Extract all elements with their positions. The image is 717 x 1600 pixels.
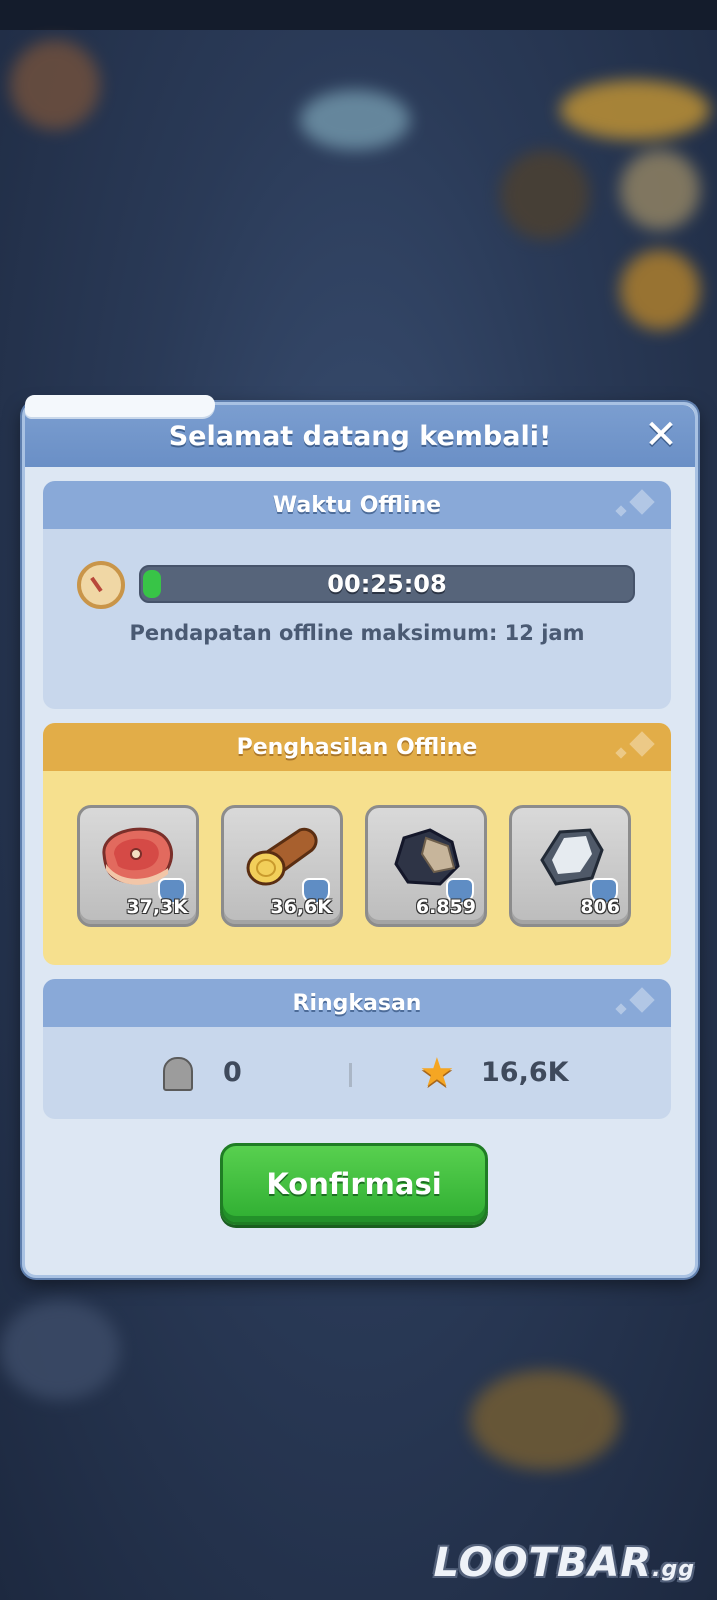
tombstone-count: 0 — [223, 1057, 242, 1088]
star-count: 16,6K — [481, 1057, 569, 1088]
sparkle-icon — [615, 505, 627, 517]
offline-time-header: Waktu Offline — [43, 481, 671, 529]
max-offline-text: Pendapatan offline maksimum: 12 jam — [129, 621, 585, 645]
offline-earnings-title: Penghasilan Offline — [236, 734, 478, 760]
dialog-title: Selamat datang kembali! — [168, 420, 552, 452]
watermark-logo: LOOTBAR.gg — [434, 1540, 695, 1586]
offline-progress-bar: 00:25:08 — [139, 565, 635, 603]
tombstone-icon — [163, 1057, 193, 1091]
offline-earnings-panel: Penghasilan Offline 37,3K 36,6K 6.859 80… — [43, 723, 671, 965]
snow-decoration — [25, 395, 215, 417]
offline-time-title: Waktu Offline — [272, 492, 442, 518]
dialog-header: Selamat datang kembali! ✕ — [25, 395, 695, 467]
close-button[interactable]: ✕ — [641, 415, 681, 455]
offline-time-panel: Waktu Offline 00:25:08 Pendapatan offlin… — [43, 481, 671, 709]
resource-card-iron[interactable]: 806 — [509, 805, 631, 927]
watermark-brand: LOOTBAR — [433, 1540, 653, 1586]
divider — [349, 1063, 352, 1087]
resource-amount: 36,6K — [270, 896, 332, 918]
offline-earnings-header: Penghasilan Offline — [43, 723, 671, 771]
summary-panel: Ringkasan 0 ★ 16,6K — [43, 979, 671, 1119]
resource-card-wood[interactable]: 36,6K — [221, 805, 343, 927]
welcome-back-dialog: Selamat datang kembali! ✕ Waktu Offline … — [22, 395, 698, 1278]
summary-row: 0 ★ 16,6K — [43, 1053, 671, 1097]
sparkle-icon — [629, 489, 655, 515]
sparkle-icon — [615, 1003, 627, 1015]
resource-list: 37,3K 36,6K 6.859 806 — [77, 805, 631, 927]
sparkle-icon — [615, 747, 627, 759]
confirm-button[interactable]: Konfirmasi — [220, 1143, 488, 1225]
summary-header: Ringkasan — [43, 979, 671, 1027]
resource-card-meat[interactable]: 37,3K — [77, 805, 199, 927]
resource-amount: 37,3K — [126, 896, 188, 918]
sparkle-icon — [629, 731, 655, 757]
watermark-suffix: .gg — [652, 1557, 695, 1582]
clock-icon — [77, 561, 125, 609]
sparkle-icon — [629, 987, 655, 1013]
resource-amount: 806 — [580, 896, 620, 918]
resource-card-coal[interactable]: 6.859 — [365, 805, 487, 927]
resource-amount: 6.859 — [415, 896, 476, 918]
star-icon: ★ — [419, 1050, 455, 1096]
offline-timer: 00:25:08 — [327, 570, 447, 598]
summary-title: Ringkasan — [292, 990, 422, 1016]
